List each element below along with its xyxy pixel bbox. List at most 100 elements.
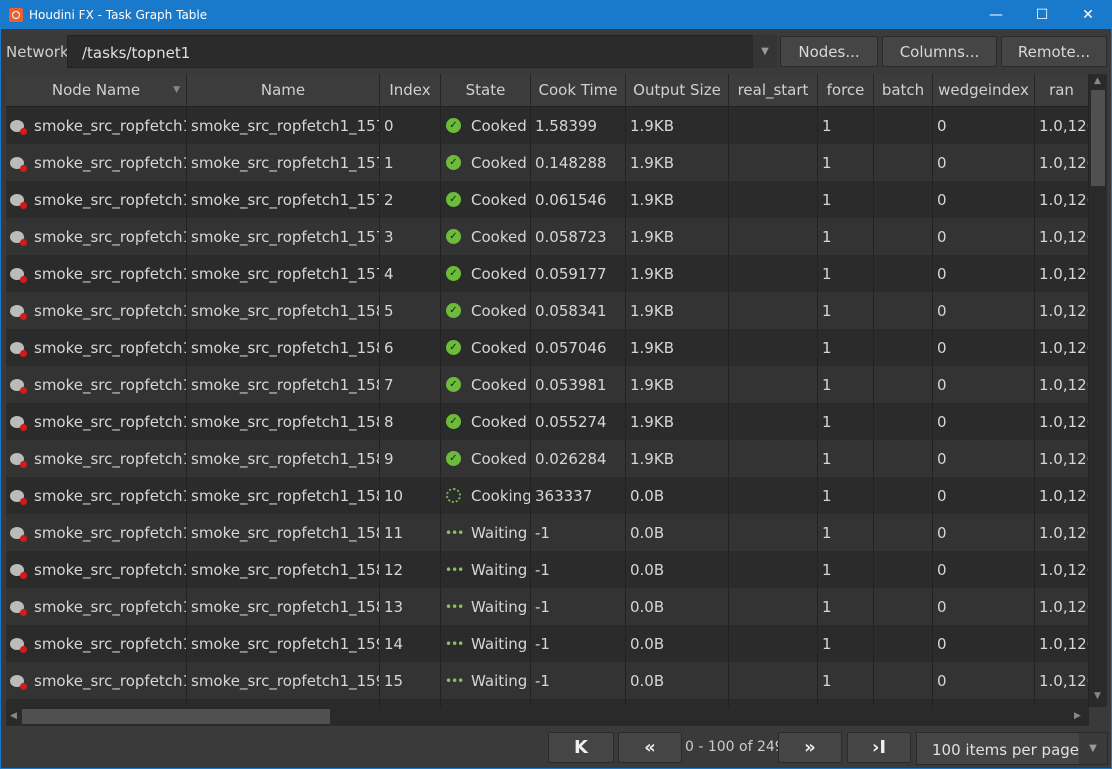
- cell-value: smoke_src_ropfetch1_1577: [191, 190, 380, 209]
- next-page-button[interactable]: »: [778, 732, 842, 763]
- horizontal-scroll-thumb[interactable]: [22, 709, 330, 724]
- network-path-field[interactable]: /tasks/topnet1: [67, 35, 777, 68]
- cell-value: 0.148288: [535, 153, 607, 172]
- cell: [187, 699, 380, 707]
- table-row[interactable]: smoke_src_ropfetch1 smoke_src_ropfetch1_1…: [6, 514, 1089, 551]
- cell-value: 1.9KB: [630, 449, 674, 468]
- column-header-index[interactable]: Index: [380, 74, 441, 106]
- column-header-label: real_start: [737, 81, 809, 99]
- items-per-page-select[interactable]: 100 items per page ▼: [916, 732, 1108, 765]
- cell-value: smoke_src_ropfetch1: [34, 486, 187, 505]
- cell-value: 0: [937, 671, 947, 690]
- cell-value: 1.9KB: [630, 412, 674, 431]
- remote-button[interactable]: Remote...: [1001, 36, 1107, 67]
- cell-node-name: smoke_src_ropfetch1: [6, 588, 187, 625]
- minimize-button[interactable]: —: [973, 1, 1019, 29]
- sort-arrow-icon[interactable]: ▼: [173, 85, 180, 95]
- cell-force: 1: [818, 292, 874, 329]
- cell: [729, 699, 818, 707]
- last-page-button[interactable]: ›I: [847, 732, 911, 763]
- cell-value: 0.0B: [630, 560, 665, 579]
- table-row[interactable]: smoke_src_ropfetch1 smoke_src_ropfetch1_1…: [6, 218, 1089, 255]
- column-header-ran[interactable]: ran: [1035, 74, 1089, 106]
- table-row[interactable]: smoke_src_ropfetch1 smoke_src_ropfetch1_1…: [6, 181, 1089, 218]
- table-row[interactable]: smoke_src_ropfetch1 smoke_src_ropfetch1_1…: [6, 662, 1089, 699]
- table-row[interactable]: smoke_src_ropfetch1 smoke_src_ropfetch1_1…: [6, 440, 1089, 477]
- table-row[interactable]: smoke_src_ropfetch1 smoke_src_ropfetch1_1…: [6, 625, 1089, 662]
- column-header-force[interactable]: force: [818, 74, 874, 106]
- table-row[interactable]: [6, 699, 1089, 707]
- columns-button[interactable]: Columns...: [882, 36, 997, 67]
- cell-value: 0.0B: [630, 634, 665, 653]
- cell-ran: 1.0,120: [1035, 366, 1089, 403]
- cell-value: 1.0,120: [1039, 264, 1088, 283]
- cell-real-start: [729, 588, 818, 625]
- cell-wedgeindex: 0: [933, 255, 1035, 292]
- column-header-node-name[interactable]: Node Name ▼: [6, 74, 187, 106]
- cell-value: smoke_src_ropfetch1_1580: [191, 301, 380, 320]
- close-button[interactable]: ✕: [1065, 1, 1111, 29]
- table-row[interactable]: smoke_src_ropfetch1 smoke_src_ropfetch1_1…: [6, 107, 1089, 144]
- column-header-output-size[interactable]: Output Size: [626, 74, 729, 106]
- cell-value: 0: [384, 116, 394, 135]
- vertical-scrollbar[interactable]: ▲ ▼: [1089, 74, 1107, 707]
- cell-force: 1: [818, 588, 874, 625]
- column-header-name[interactable]: Name: [187, 74, 380, 106]
- scroll-up-icon[interactable]: ▲: [1094, 76, 1101, 86]
- column-header-wedgeindex[interactable]: wedgeindex: [933, 74, 1035, 106]
- cell-name: smoke_src_ropfetch1_1576: [187, 144, 380, 181]
- column-header-real-start[interactable]: real_start: [729, 74, 818, 106]
- table-row[interactable]: smoke_src_ropfetch1 smoke_src_ropfetch1_1…: [6, 366, 1089, 403]
- cell-value: 1.9KB: [630, 190, 674, 209]
- cell-force: 1: [818, 440, 874, 477]
- cell-value: smoke_src_ropfetch1_1576: [191, 153, 380, 172]
- chevron-down-icon[interactable]: ▼: [1079, 733, 1107, 764]
- cell-value: Waiting: [471, 671, 528, 690]
- cell-real-start: [729, 625, 818, 662]
- column-header-state[interactable]: State: [441, 74, 531, 106]
- cell-real-start: [729, 292, 818, 329]
- cell-value: Waiting: [471, 560, 528, 579]
- table-row[interactable]: smoke_src_ropfetch1 smoke_src_ropfetch1_1…: [6, 329, 1089, 366]
- cell-state: ✓ Cooked: [441, 144, 531, 181]
- scroll-right-icon[interactable]: ▶: [1074, 711, 1081, 721]
- column-header-batch[interactable]: batch: [874, 74, 933, 106]
- cell-name: smoke_src_ropfetch1_1590: [187, 625, 380, 662]
- first-page-button[interactable]: K: [548, 732, 614, 763]
- cell-value: 1: [822, 264, 832, 283]
- cell-name: smoke_src_ropfetch1_1591: [187, 662, 380, 699]
- column-header-cook-time[interactable]: Cook Time: [531, 74, 626, 106]
- vertical-scroll-thumb[interactable]: [1091, 90, 1105, 186]
- cell-index: 13: [380, 588, 441, 625]
- scroll-down-icon[interactable]: ▼: [1094, 691, 1101, 701]
- table-row[interactable]: smoke_src_ropfetch1 smoke_src_ropfetch1_1…: [6, 403, 1089, 440]
- cell-value: 1.0,120: [1039, 338, 1088, 357]
- cell-value: 0.026284: [535, 449, 607, 468]
- cell-force: 1: [818, 329, 874, 366]
- horizontal-scrollbar[interactable]: ◀ ▶: [6, 707, 1089, 726]
- table-row[interactable]: smoke_src_ropfetch1 smoke_src_ropfetch1_1…: [6, 144, 1089, 181]
- items-per-page-value: 100 items per page: [932, 741, 1080, 759]
- cell-value: smoke_src_ropfetch1: [34, 116, 187, 135]
- scroll-left-icon[interactable]: ◀: [10, 711, 17, 721]
- previous-page-button[interactable]: «: [618, 732, 682, 763]
- cell: [531, 699, 626, 707]
- spinner-icon: [446, 488, 461, 503]
- table-row[interactable]: smoke_src_ropfetch1 smoke_src_ropfetch1_1…: [6, 255, 1089, 292]
- cell-batch: [874, 107, 933, 144]
- table-row[interactable]: smoke_src_ropfetch1 smoke_src_ropfetch1_1…: [6, 292, 1089, 329]
- cell-value: 15: [384, 671, 404, 690]
- chevron-down-icon[interactable]: ▼: [753, 35, 777, 68]
- cell-value: 0: [937, 264, 947, 283]
- table-row[interactable]: smoke_src_ropfetch1 smoke_src_ropfetch1_1…: [6, 551, 1089, 588]
- cell-value: smoke_src_ropfetch1: [34, 449, 187, 468]
- table-row[interactable]: smoke_src_ropfetch1 smoke_src_ropfetch1_1…: [6, 477, 1089, 514]
- cell-value: 0.053981: [535, 375, 607, 394]
- nodes-button[interactable]: Nodes...: [780, 36, 878, 67]
- cell-value: 0: [937, 597, 947, 616]
- table-row[interactable]: smoke_src_ropfetch1 smoke_src_ropfetch1_1…: [6, 588, 1089, 625]
- maximize-button[interactable]: ☐: [1019, 1, 1065, 29]
- cell-node-name: smoke_src_ropfetch1: [6, 625, 187, 662]
- cell-output-size: 1.9KB: [626, 366, 729, 403]
- column-header-label: batch: [881, 81, 925, 99]
